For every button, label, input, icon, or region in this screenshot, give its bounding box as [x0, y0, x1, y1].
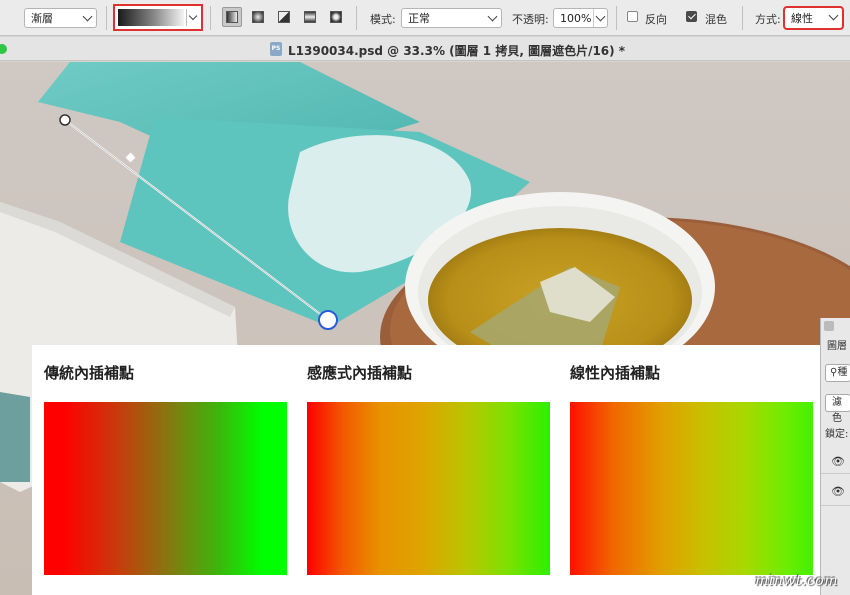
linear-gradient-button[interactable] — [222, 7, 242, 27]
radial-gradient-icon — [252, 11, 264, 23]
blend-mode-select[interactable]: 濾色 — [825, 394, 850, 424]
gradient-end-handle — [318, 310, 338, 330]
divider — [742, 6, 743, 30]
method-value: 線性 — [791, 12, 813, 25]
reflected-gradient-button[interactable] — [300, 7, 320, 27]
classic-interpolation-swatch — [44, 402, 287, 575]
layer-search-field[interactable]: ⚲種 — [825, 364, 850, 382]
gradient-dropdown[interactable] — [186, 9, 199, 26]
reflected-gradient-icon — [304, 11, 316, 23]
perceptual-interpolation-swatch — [307, 402, 550, 575]
chevron-down-icon — [82, 11, 93, 22]
tool-preset-label: 漸層 — [31, 12, 53, 25]
opacity-value: 100% — [560, 11, 592, 25]
eye-icon[interactable]: 👁 — [831, 485, 845, 498]
gradient-start-handle — [59, 114, 71, 126]
chevron-down-icon — [828, 10, 839, 21]
blend-mode-value: 濾色 — [832, 397, 842, 424]
perceptual-interpolation-title: 感應式內插補點 — [307, 364, 413, 382]
layer-search-text: 種 — [837, 367, 848, 378]
layer-row[interactable]: 👁 — [821, 476, 850, 506]
layer-row[interactable]: 👁 — [821, 444, 850, 474]
psd-file-icon: PS — [270, 42, 282, 56]
gradient-swatch[interactable] — [118, 9, 184, 26]
method-select[interactable]: 線性 — [783, 6, 844, 30]
opacity-label: 不透明: — [512, 13, 549, 26]
divider — [616, 6, 617, 30]
lock-label: 鎖定: — [825, 429, 849, 440]
options-bar: 漸層 模式: 正常 不透明: 100% 反向 混色 方式: 線性 — [0, 0, 850, 36]
panel-close-icon[interactable] — [824, 321, 834, 331]
linear-gradient-icon — [226, 11, 238, 23]
divider — [106, 6, 107, 30]
eye-icon[interactable]: 👁 — [831, 455, 845, 468]
chevron-down-icon — [595, 11, 606, 22]
linear-interpolation-title: 線性內插補點 — [570, 364, 661, 382]
mode-select[interactable]: 正常 — [401, 8, 502, 28]
opacity-field[interactable]: 100% — [553, 8, 608, 28]
classic-interpolation-title: 傳統內插補點 — [44, 364, 135, 382]
document-tab[interactable]: PS L1390034.psd @ 33.3% (圖層 1 拷貝, 圖層遮色片/… — [0, 37, 850, 61]
document-title: L1390034.psd @ 33.3% (圖層 1 拷貝, 圖層遮色片/16)… — [288, 44, 626, 58]
diamond-gradient-button[interactable] — [326, 7, 346, 27]
tool-preset-select[interactable]: 漸層 — [24, 8, 97, 28]
chevron-down-icon — [188, 11, 198, 21]
mode-value: 正常 — [408, 12, 430, 25]
angle-gradient-button[interactable] — [274, 7, 294, 27]
gradient-picker[interactable] — [113, 4, 203, 31]
diamond-gradient-icon — [330, 11, 342, 23]
reverse-checkbox[interactable] — [627, 11, 638, 22]
angle-gradient-icon — [278, 11, 290, 23]
layers-panel: 圖層 ⚲種 濾色 鎖定: 👁 👁 — [820, 318, 850, 595]
opacity-dropdown[interactable] — [593, 9, 607, 27]
divider — [356, 6, 357, 30]
divider — [210, 6, 211, 30]
linear-interpolation-swatch — [570, 402, 813, 575]
layers-panel-title[interactable]: 圖層 — [827, 337, 847, 352]
window-zoom-dot[interactable] — [0, 44, 7, 54]
dither-checkbox[interactable] — [686, 11, 697, 22]
radial-gradient-button[interactable] — [248, 7, 268, 27]
reverse-label: 反向 — [645, 13, 667, 26]
chevron-down-icon — [487, 11, 498, 22]
mode-label: 模式: — [370, 13, 396, 26]
watermark: minwt.com — [755, 573, 838, 589]
interpolation-comparison: 傳統內插補點 感應式內插補點 線性內插補點 — [32, 345, 820, 595]
method-label: 方式: — [755, 13, 781, 26]
dither-label: 混色 — [705, 13, 727, 26]
